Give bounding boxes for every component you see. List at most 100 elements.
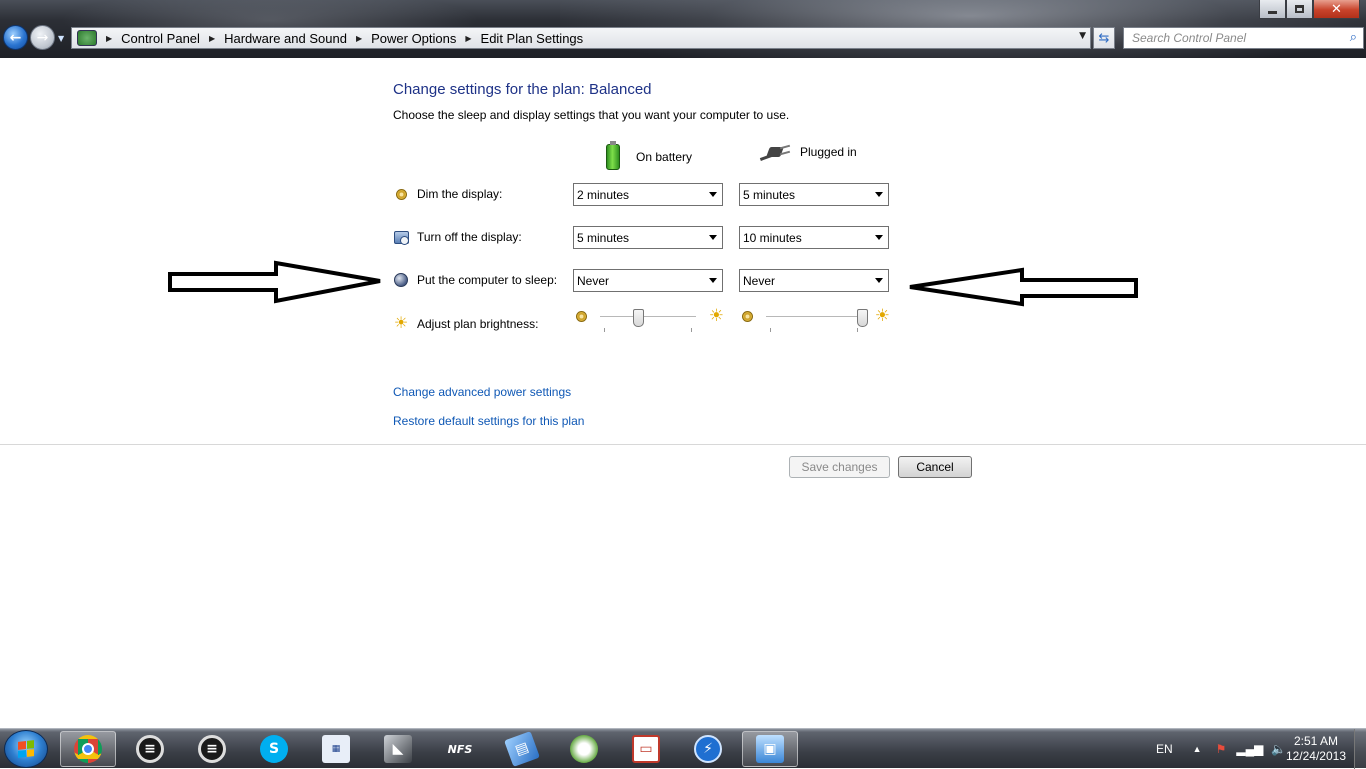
chevron-down-icon bbox=[709, 235, 717, 240]
row-brightness: ☀ Adjust plan brightness: bbox=[393, 315, 539, 332]
dim-display-plugged-select[interactable]: 5 minutes bbox=[739, 183, 889, 206]
breadcrumb-control-panel[interactable]: Control Panel bbox=[121, 31, 200, 46]
show-hidden-icons-chevron-up-icon[interactable]: ▲ bbox=[1193, 744, 1202, 754]
volume-icon[interactable]: 🔈 bbox=[1271, 742, 1286, 756]
row-label-dim: Dim the display: bbox=[417, 187, 503, 201]
divider bbox=[0, 444, 1366, 445]
chevron-down-icon bbox=[875, 235, 883, 240]
breadcrumb-power-options[interactable]: Power Options bbox=[371, 31, 456, 46]
control-panel-icon: ▣ bbox=[756, 735, 784, 763]
arrow-left-icon: ← bbox=[9, 29, 22, 46]
select-value: 10 minutes bbox=[743, 230, 802, 245]
book-app-icon: ▤ bbox=[504, 731, 540, 767]
restore-defaults-link[interactable]: Restore default settings for this plan bbox=[393, 414, 584, 428]
column-header-battery: On battery bbox=[606, 141, 692, 170]
nfs-game-icon: NFS bbox=[447, 742, 473, 756]
taskbar-app-ring-2[interactable]: ≡ bbox=[184, 731, 240, 767]
language-indicator[interactable]: EN bbox=[1156, 742, 1173, 756]
annotation-arrow-left bbox=[909, 267, 1138, 307]
chevron-right-icon[interactable]: ▶ bbox=[465, 34, 471, 43]
select-value: Never bbox=[577, 273, 610, 288]
taskbar: ≡ ≡ S ▦ ◣ NFS ▤ ✿ ▭ ⚡ ▣ EN ▲ ⚑ ▂▄▆ 🔈 2:5… bbox=[0, 728, 1366, 769]
chevron-down-icon bbox=[875, 192, 883, 197]
slider-tick bbox=[691, 328, 692, 332]
meter-icon: ▦ bbox=[322, 735, 350, 763]
brightness-plugged-slider[interactable]: ☀ bbox=[740, 308, 890, 334]
taskbar-chrome[interactable] bbox=[60, 731, 116, 767]
start-button[interactable] bbox=[4, 730, 48, 768]
select-value: Never bbox=[743, 273, 776, 288]
slider-thumb[interactable] bbox=[856, 309, 868, 327]
taskbar-meter[interactable]: ▦ bbox=[308, 731, 364, 767]
taskbar-skype[interactable]: S bbox=[246, 731, 302, 767]
show-desktop-button[interactable] bbox=[1354, 729, 1366, 769]
sleep-battery-select[interactable]: Never bbox=[573, 269, 723, 292]
advanced-power-settings-link[interactable]: Change advanced power settings bbox=[393, 385, 571, 399]
cancel-button[interactable]: Cancel bbox=[898, 456, 972, 478]
turn-off-display-plugged-select[interactable]: 10 minutes bbox=[739, 226, 889, 249]
page-title: Change settings for the plan: Balanced bbox=[393, 81, 652, 98]
battery-icon bbox=[606, 141, 620, 170]
breadcrumb-hardware-and-sound[interactable]: Hardware and Sound bbox=[224, 31, 347, 46]
clock-date: 12/24/2013 bbox=[1285, 749, 1346, 763]
close-button[interactable]: ✕ bbox=[1313, 0, 1360, 19]
maximize-button[interactable] bbox=[1286, 0, 1313, 19]
taskbar-app-red[interactable]: ▭ bbox=[618, 731, 674, 767]
turn-off-display-battery-select[interactable]: 5 minutes bbox=[573, 226, 723, 249]
refresh-icon: ⇆ bbox=[1098, 30, 1110, 46]
forward-button[interactable]: → bbox=[30, 25, 55, 50]
taskbar-control-panel[interactable]: ▣ bbox=[742, 731, 798, 767]
taskbar-app-dark[interactable]: ◣ bbox=[370, 731, 426, 767]
brightness-high-icon: ☀ bbox=[708, 306, 724, 326]
chevron-right-icon[interactable]: ▶ bbox=[106, 34, 112, 43]
chevron-right-icon[interactable]: ▶ bbox=[209, 34, 215, 43]
sleep-plugged-select[interactable]: Never bbox=[739, 269, 889, 292]
taskbar-app-flower[interactable]: ✿ bbox=[556, 731, 612, 767]
action-center-flag-icon[interactable]: ⚑ bbox=[1216, 742, 1227, 756]
ring-app-icon: ≡ bbox=[198, 735, 226, 763]
search-input[interactable] bbox=[1132, 31, 1342, 45]
select-value: 5 minutes bbox=[577, 230, 630, 245]
slider-tick bbox=[857, 328, 858, 332]
minimize-button[interactable] bbox=[1259, 0, 1286, 19]
search-icon[interactable]: ⌕ bbox=[1350, 30, 1357, 45]
taskbar-nfs[interactable]: NFS bbox=[432, 731, 488, 767]
row-label-sleep: Put the computer to sleep: bbox=[417, 273, 558, 287]
close-icon: ✕ bbox=[1331, 1, 1342, 17]
brightness-battery-slider[interactable]: ☀ bbox=[574, 308, 724, 334]
windows-logo-icon bbox=[18, 740, 34, 758]
brightness-sun-icon: ☀ bbox=[393, 315, 409, 332]
annotation-arrow-right bbox=[168, 260, 381, 304]
chevron-right-icon[interactable]: ▶ bbox=[356, 34, 362, 43]
dark-app-icon: ◣ bbox=[384, 735, 412, 763]
power-plug-icon bbox=[759, 144, 792, 161]
clock-time: 2:51 AM bbox=[1293, 734, 1338, 748]
page-description: Choose the sleep and display settings th… bbox=[393, 108, 790, 122]
back-button[interactable]: ← bbox=[3, 25, 28, 50]
dim-display-battery-select[interactable]: 2 minutes bbox=[573, 183, 723, 206]
address-dropdown-icon[interactable]: ▼ bbox=[1079, 31, 1086, 41]
row-turn-off-display: Turn off the display: bbox=[393, 229, 522, 245]
control-panel-icon bbox=[77, 30, 97, 46]
select-value: 2 minutes bbox=[577, 187, 630, 202]
recent-pages-dropdown[interactable]: ▼ bbox=[58, 34, 64, 43]
window-controls: ✕ bbox=[1259, 0, 1360, 19]
taskbar-clock[interactable]: 2:51 AM 12/24/2013 bbox=[1286, 734, 1346, 764]
minimize-icon bbox=[1268, 11, 1277, 14]
breadcrumb-edit-plan-settings[interactable]: Edit Plan Settings bbox=[481, 31, 584, 46]
taskbar-app-book[interactable]: ▤ bbox=[494, 731, 550, 767]
save-changes-button[interactable]: Save changes bbox=[789, 456, 890, 478]
chevron-down-icon bbox=[709, 278, 717, 283]
slider-thumb[interactable] bbox=[632, 309, 644, 327]
refresh-button[interactable]: ⇆ bbox=[1093, 27, 1115, 49]
address-bar[interactable]: ▶ Control Panel ▶ Hardware and Sound ▶ P… bbox=[71, 27, 1091, 49]
slider-track[interactable] bbox=[766, 316, 862, 318]
monitor-clock-icon bbox=[393, 230, 409, 245]
window-title-bar: ✕ ← → ▼ ▶ Control Panel ▶ Hardware and S… bbox=[0, 0, 1366, 58]
taskbar-app-bolt[interactable]: ⚡ bbox=[680, 731, 736, 767]
column-header-plugged: Plugged in bbox=[759, 144, 857, 161]
taskbar-app-ring-1[interactable]: ≡ bbox=[122, 731, 178, 767]
network-signal-icon[interactable]: ▂▄▆ bbox=[1236, 742, 1263, 756]
slider-track[interactable] bbox=[600, 316, 696, 318]
sleep-moon-icon bbox=[394, 273, 408, 287]
